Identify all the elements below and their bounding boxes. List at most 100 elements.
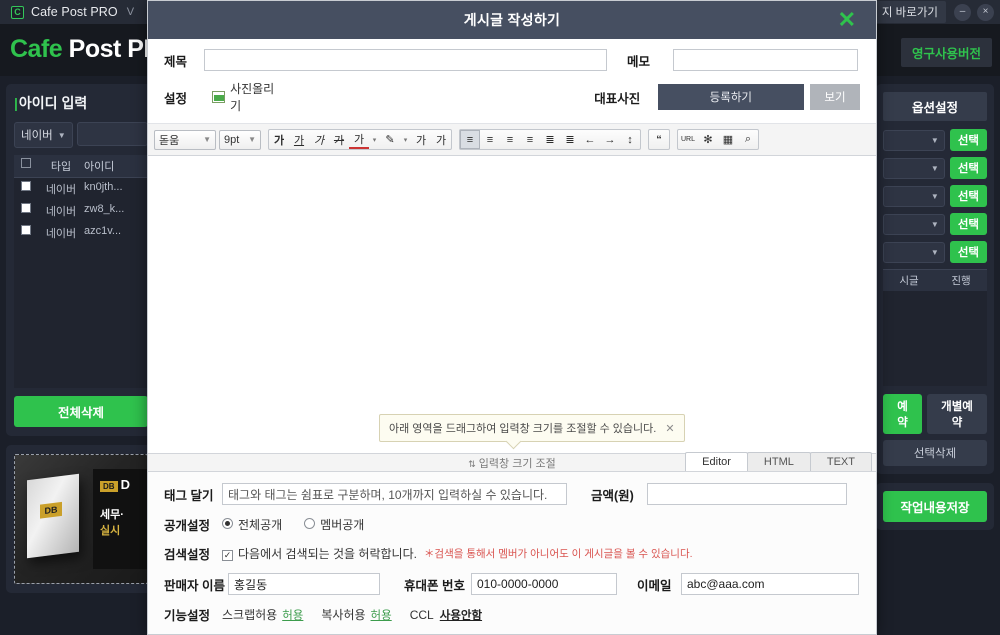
option-dropdown-5[interactable]: ▼ bbox=[883, 241, 945, 263]
close-icon[interactable]: ✕ bbox=[838, 9, 856, 31]
chevron-down-icon: ▼ bbox=[930, 191, 939, 201]
permanent-license-badge: 영구사용버전 bbox=[900, 38, 992, 67]
id-text-input[interactable] bbox=[76, 122, 148, 146]
option-dropdown-4[interactable]: ▼ bbox=[883, 213, 945, 235]
privacy-option-member[interactable]: 멤버공개 bbox=[304, 516, 364, 533]
align-right-icon[interactable]: ≡ bbox=[500, 130, 520, 149]
photo-upload-link[interactable]: 사진올리기 bbox=[230, 80, 283, 114]
unordered-list-icon[interactable]: ≣ bbox=[560, 130, 580, 149]
link-icon[interactable]: URL bbox=[678, 130, 698, 149]
close-button[interactable]: × bbox=[977, 3, 994, 21]
option-dropdown-3[interactable]: ▼ bbox=[883, 185, 945, 207]
table-row[interactable]: 네이버 zw8_k... bbox=[14, 200, 148, 222]
option-dropdown-1[interactable]: ▼ bbox=[883, 129, 945, 151]
text-style-group: 가 가 가 가 가 ▾ ✎ ▾ 가 가 bbox=[268, 129, 452, 150]
tooltip-close-icon[interactable]: ✕ bbox=[665, 422, 674, 435]
table-row[interactable]: 네이버 kn0jth... bbox=[14, 178, 148, 200]
bold-icon[interactable]: 가 bbox=[269, 130, 289, 149]
site-select-dropdown[interactable]: 네이버 ▼ bbox=[14, 122, 73, 148]
column-header-type: 타입 bbox=[50, 161, 72, 173]
search-allow-checkbox[interactable]: ✓ 다음에서 검색되는 것을 허락합니다. bbox=[222, 545, 417, 562]
email-label: 이메일 bbox=[637, 578, 672, 593]
table-icon[interactable]: ▦ bbox=[718, 130, 738, 149]
tag-input[interactable] bbox=[222, 483, 567, 505]
copy-allow-label: 복사허용 bbox=[321, 608, 366, 622]
seller-name-input[interactable] bbox=[228, 573, 380, 595]
id-input-controls: 네이버 ▼ bbox=[14, 122, 148, 148]
email-input[interactable] bbox=[681, 573, 859, 595]
price-input[interactable] bbox=[647, 483, 847, 505]
strikethrough-icon[interactable]: 가 bbox=[329, 130, 349, 149]
save-work-button[interactable]: 작업내용저장 bbox=[883, 491, 987, 522]
register-photo-button[interactable]: 등록하기 bbox=[657, 84, 804, 110]
checkbox-icon: ✓ bbox=[222, 550, 233, 561]
ccl-value[interactable]: 사용안함 bbox=[440, 607, 482, 623]
paragraph-group: ≡ ≡ ≡ ≡ ≣ ≣ ← → ↕ bbox=[459, 129, 641, 150]
individual-reserve-button[interactable]: 개별예약 bbox=[927, 394, 987, 434]
row-checkbox[interactable] bbox=[14, 222, 38, 244]
indent-icon[interactable]: → bbox=[600, 130, 620, 149]
promo-text-block: DB D 세무· 실시 bbox=[93, 469, 147, 569]
delete-all-button[interactable]: 전체삭제 bbox=[14, 396, 148, 427]
tab-html[interactable]: HTML bbox=[746, 452, 811, 471]
editor-toolbar: 돋움 ▼ 9pt ▼ 가 가 가 가 가 ▾ ✎ ▾ 가 가 ≡ ≡ ≡ ≡ ≣… bbox=[148, 124, 876, 156]
font-color-icon[interactable]: 가 bbox=[349, 130, 369, 149]
underline-icon[interactable]: 가 bbox=[289, 130, 309, 149]
option-select-button-2[interactable]: 선택 bbox=[949, 157, 987, 179]
post-compose-dialog: 게시글 작성하기 ✕ 제목 메모 설정 사진올리기 대표사진 등록하기 보기 돋… bbox=[147, 0, 877, 635]
option-select-button-1[interactable]: 선택 bbox=[949, 129, 987, 151]
table-row[interactable]: 네이버 azc1v... bbox=[14, 222, 148, 244]
italic-icon[interactable]: 가 bbox=[309, 130, 329, 149]
delete-selected-button[interactable]: 선택삭제 bbox=[883, 440, 987, 466]
option-select-button-5[interactable]: 선택 bbox=[949, 241, 987, 263]
editor-resize-handle[interactable]: ⇅ 입력창 크기 조절 Editor HTML TEXT bbox=[148, 452, 876, 472]
line-height-icon[interactable]: ↕ bbox=[620, 130, 640, 149]
highlight-dropdown-icon[interactable]: ▾ bbox=[400, 130, 411, 149]
option-row: ▼ 선택 bbox=[883, 241, 987, 263]
scrap-allow-value[interactable]: 허용 bbox=[282, 607, 303, 623]
subject-label: 제목 bbox=[164, 54, 188, 69]
phone-input[interactable] bbox=[471, 573, 617, 595]
tab-editor[interactable]: Editor bbox=[685, 452, 748, 471]
align-left-icon[interactable]: ≡ bbox=[460, 130, 480, 149]
outdent-icon[interactable]: ← bbox=[580, 130, 600, 149]
editor-content-area[interactable]: 아래 영역을 드래그하여 입력창 크기를 조절할 수 있습니다. ✕ bbox=[148, 156, 876, 453]
quote-icon[interactable]: “ bbox=[649, 130, 669, 149]
id-input-panel: |아이디 입력 네이버 ▼ 타입 아이디 네이버 kn0jth... 네이버 z… bbox=[6, 84, 156, 436]
privacy-option-public[interactable]: 전체공개 bbox=[222, 516, 282, 533]
left-column: |아이디 입력 네이버 ▼ 타입 아이디 네이버 kn0jth... 네이버 z… bbox=[6, 84, 156, 602]
option-dropdown-2[interactable]: ▼ bbox=[883, 157, 945, 179]
tab-text[interactable]: TEXT bbox=[809, 452, 872, 471]
resize-tooltip-text: 아래 영역을 드래그하여 입력창 크기를 조절할 수 있습니다. bbox=[389, 423, 657, 435]
reserve-button[interactable]: 예약 bbox=[883, 394, 922, 434]
settings-label: 설정 bbox=[164, 91, 188, 106]
row-checkbox[interactable] bbox=[14, 178, 38, 200]
font-color-dropdown-icon[interactable]: ▾ bbox=[369, 130, 380, 149]
highlight-icon[interactable]: ✎ bbox=[380, 130, 400, 149]
view-photo-button[interactable]: 보기 bbox=[809, 84, 860, 110]
promo-panel: DB DB D 세무· 실시 bbox=[6, 445, 156, 593]
font-family-select[interactable]: 돋움 ▼ bbox=[154, 129, 216, 150]
align-center-icon[interactable]: ≡ bbox=[480, 130, 500, 149]
row-checkbox[interactable] bbox=[14, 200, 38, 222]
ordered-list-icon[interactable]: ≣ bbox=[540, 130, 560, 149]
brand-logo: Cafe Post PR bbox=[10, 35, 162, 64]
option-select-button-3[interactable]: 선택 bbox=[949, 185, 987, 207]
copy-allow-value[interactable]: 허용 bbox=[371, 607, 392, 623]
minimize-button[interactable]: – bbox=[954, 3, 971, 21]
subject-memo-row: 제목 메모 bbox=[164, 49, 860, 71]
promo-banner[interactable]: DB DB D 세무· 실시 bbox=[14, 454, 148, 584]
memo-input[interactable] bbox=[673, 49, 858, 71]
radio-icon bbox=[304, 518, 316, 529]
font-size-select[interactable]: 9pt ▼ bbox=[219, 129, 261, 150]
option-select-button-4[interactable]: 선택 bbox=[949, 213, 987, 235]
superscript-icon[interactable]: 가 bbox=[411, 130, 431, 149]
special-character-icon[interactable]: ✻ bbox=[698, 130, 718, 149]
align-justify-icon[interactable]: ≡ bbox=[520, 130, 540, 149]
search-icon[interactable]: ⌕ bbox=[738, 130, 758, 149]
homepage-shortcut-button[interactable]: 지 바로가기 bbox=[873, 1, 946, 23]
row-id: azc1v... bbox=[84, 225, 122, 237]
select-all-checkbox[interactable] bbox=[14, 155, 38, 177]
subject-input[interactable] bbox=[204, 49, 607, 71]
subscript-icon[interactable]: 가 bbox=[431, 130, 451, 149]
